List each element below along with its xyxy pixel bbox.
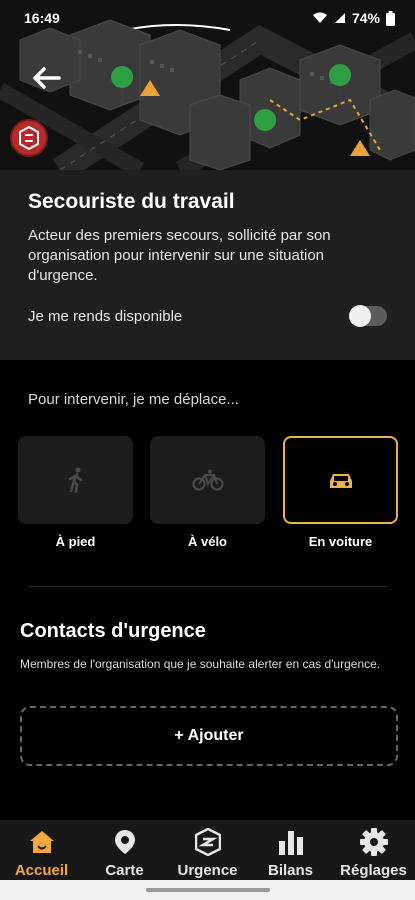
nav-item-reglages[interactable]: Réglages [332,820,415,880]
wifi-icon [312,12,327,23]
bike-icon [192,469,223,491]
add-contact-button[interactable]: + Ajouter [20,706,398,766]
status-bar: 16:49 74% [0,0,415,36]
nav-label-accueil: Accueil [14,862,69,879]
gesture-handle[interactable] [146,888,270,892]
car-icon [329,474,352,488]
contacts-title: Contacts d'urgence [20,620,206,642]
nav-label-reglages: Réglages [340,862,407,879]
availability-row: Je me rends disponible [28,304,387,328]
bottom-navigation: Accueil Carte Urgence Bilans Réglages [0,820,415,880]
arrow-left-icon [33,67,61,89]
mode-bike-tile[interactable] [150,436,265,524]
nav-label-urgence: Urgence [177,862,238,879]
bar-chart-icon [278,831,303,855]
availability-label: Je me rends disponible [28,307,183,325]
signal-icon [334,13,345,23]
mode-car-tile[interactable] [283,436,398,524]
battery-icon [386,10,395,26]
section-divider [28,586,387,587]
mode-car-label: En voiture [308,534,373,549]
toggle-knob [349,305,371,327]
movement-label: Pour intervenir, je me déplace... [28,391,239,408]
nav-item-accueil[interactable]: Accueil [0,820,83,880]
gear-icon [359,828,388,856]
walking-icon [68,467,82,493]
mode-walk-label: À pied [55,534,96,549]
nav-label-carte: Carte [105,862,144,879]
battery-percent: 74% [351,10,380,26]
gesture-navigation-area [0,880,415,900]
map-pin-icon [114,830,135,854]
nav-label-bilans: Bilans [267,862,313,879]
nav-item-bilans[interactable]: Bilans [249,820,332,880]
card-title: Secouriste du travail [28,190,235,213]
contacts-description: Membres de l'organisation que je souhait… [20,657,381,671]
rescuer-info-card: Secouriste du travail Acteur des premier… [0,170,415,360]
mode-bike-label: À vélo [187,534,227,549]
card-description: Acteur des premiers secours, sollicité p… [28,227,331,284]
mode-walk-tile[interactable] [18,436,133,524]
nav-item-urgence[interactable]: Urgence [166,820,249,880]
home-icon [29,831,54,853]
status-icons: 74% [312,10,395,26]
nav-item-carte[interactable]: Carte [83,820,166,880]
emergency-shield-icon [194,828,221,856]
back-button[interactable] [30,62,62,94]
status-time: 16:49 [24,10,60,26]
availability-toggle[interactable] [349,305,387,327]
red-location-pin-icon [10,119,48,157]
